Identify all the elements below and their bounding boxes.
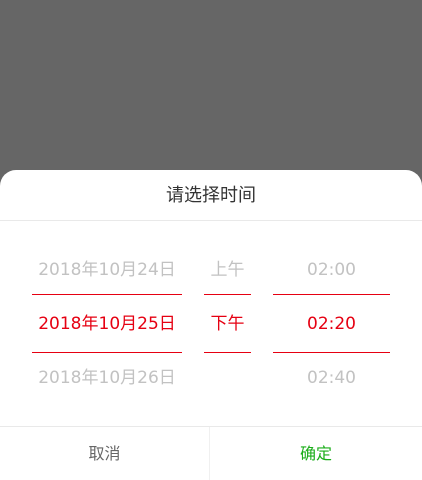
date-selection-top-line xyxy=(32,294,182,295)
date-option-prev[interactable]: 2018年10月24日 xyxy=(32,255,182,285)
screen: 请选择时间 2018年10月24日 2018年10月25日 2018年10月26… xyxy=(0,0,422,480)
time-picker-sheet: 请选择时间 2018年10月24日 2018年10月25日 2018年10月26… xyxy=(0,170,422,480)
ampm-option-selected[interactable]: 下午 xyxy=(204,309,251,339)
date-option-selected[interactable]: 2018年10月25日 xyxy=(32,309,182,339)
ampm-wheel[interactable]: 上午 下午 xyxy=(204,221,251,426)
ampm-selection-bottom-line xyxy=(204,352,251,353)
date-option-next[interactable]: 2018年10月26日 xyxy=(32,363,182,393)
ampm-option-prev[interactable]: 上午 xyxy=(204,255,251,285)
date-selection-bottom-line xyxy=(32,352,182,353)
ampm-option-next[interactable] xyxy=(204,363,251,393)
date-wheel[interactable]: 2018年10月24日 2018年10月25日 2018年10月26日 xyxy=(32,221,182,426)
cancel-button[interactable]: 取消 xyxy=(0,427,210,480)
confirm-button[interactable]: 确定 xyxy=(210,427,422,480)
time-option-selected[interactable]: 02:20 xyxy=(273,309,390,339)
ampm-selection-top-line xyxy=(204,294,251,295)
time-wheel[interactable]: 02:00 02:20 02:40 xyxy=(273,221,390,426)
time-selection-bottom-line xyxy=(273,352,390,353)
picker-wheels: 2018年10月24日 2018年10月25日 2018年10月26日 上午 下… xyxy=(0,221,422,426)
time-option-prev[interactable]: 02:00 xyxy=(273,255,390,285)
time-option-next[interactable]: 02:40 xyxy=(273,363,390,393)
dialog-title: 请选择时间 xyxy=(0,170,422,221)
time-selection-top-line xyxy=(273,294,390,295)
action-bar: 取消 确定 xyxy=(0,426,422,480)
